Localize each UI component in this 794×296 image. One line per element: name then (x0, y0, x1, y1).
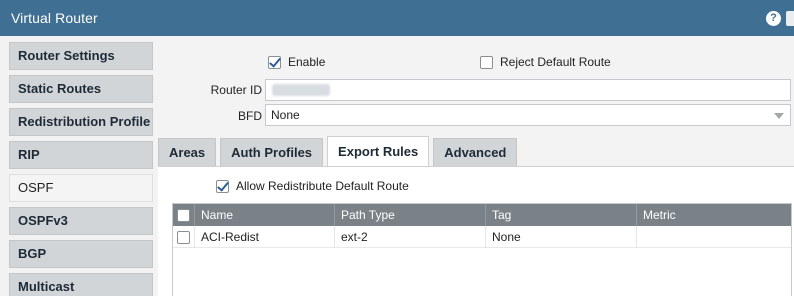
sidebar-item-label: Static Routes (18, 81, 102, 96)
column-header-path-type[interactable]: Path Type (335, 204, 486, 226)
redacted-router-id (272, 84, 330, 96)
sidebar-item-label: Router Settings (18, 48, 115, 63)
dock-icon[interactable] (786, 11, 794, 26)
ospf-tabs: Areas Auth Profiles Export Rules Advance… (158, 136, 521, 166)
column-header-name[interactable]: Name (195, 204, 335, 226)
reject-default-route-option[interactable]: Reject Default Route (480, 55, 611, 69)
table-row[interactable]: ACI-Redist ext-2 None (173, 226, 791, 248)
row-select[interactable] (173, 226, 195, 248)
sidebar-item-label: OSPFv3 (18, 213, 68, 228)
column-header-tag[interactable]: Tag (486, 204, 637, 226)
enable-option[interactable]: Enable (268, 55, 325, 69)
tab-export-rules[interactable]: Export Rules (327, 136, 430, 166)
reject-default-route-label: Reject Default Route (500, 55, 611, 69)
cell-path-type: ext-2 (335, 226, 486, 248)
column-header-metric[interactable]: Metric (637, 204, 791, 226)
sidebar-item-label: Redistribution Profile (18, 114, 151, 129)
enable-label: Enable (288, 55, 326, 69)
export-rules-table: Name Path Type Tag Metric ACI-Redist ext… (172, 203, 792, 296)
sidebar-item-ospfv3[interactable]: OSPFv3 (9, 207, 153, 235)
help-icon[interactable]: ? (766, 11, 781, 26)
select-all-checkbox[interactable] (177, 208, 190, 222)
sidebar-item-label: BGP (18, 246, 47, 261)
sidebar-item-label: OSPF (18, 180, 54, 195)
header-select-all[interactable] (173, 204, 195, 226)
router-id-input[interactable] (265, 79, 791, 101)
sidebar-item-bgp[interactable]: BGP (9, 240, 153, 268)
chevron-down-icon[interactable] (774, 113, 784, 119)
export-rules-panel: Allow Redistribute Default Route Name Pa… (158, 166, 794, 296)
sidebar: Router Settings Static Routes Redistribu… (0, 36, 154, 296)
bfd-select[interactable]: None (265, 104, 791, 126)
sidebar-item-router-settings[interactable]: Router Settings (9, 42, 153, 70)
window-titlebar: Virtual Router ? (0, 0, 794, 36)
sidebar-item-ospf[interactable]: OSPF (9, 174, 153, 202)
allow-redistribute-checkbox[interactable] (216, 179, 229, 193)
ospf-settings-panel: Enable Reject Default Route Router ID BF… (154, 36, 794, 296)
enable-checkbox[interactable] (268, 55, 281, 69)
tab-areas[interactable]: Areas (158, 138, 217, 166)
allow-redistribute-option[interactable]: Allow Redistribute Default Route (216, 179, 409, 193)
sidebar-item-redistribution-profile[interactable]: Redistribution Profile (9, 108, 153, 136)
allow-redistribute-label: Allow Redistribute Default Route (236, 179, 409, 193)
cell-name[interactable]: ACI-Redist (195, 226, 335, 248)
sidebar-item-static-routes[interactable]: Static Routes (9, 75, 153, 103)
cell-tag: None (486, 226, 637, 248)
bfd-label: BFD (238, 109, 262, 123)
sidebar-item-rip[interactable]: RIP (9, 141, 153, 169)
row-checkbox[interactable] (177, 230, 190, 244)
bfd-selected-value: None (271, 108, 300, 122)
sidebar-item-label: RIP (18, 147, 40, 162)
router-id-label: Router ID (210, 83, 262, 97)
cell-metric (637, 226, 791, 248)
tab-advanced[interactable]: Advanced (433, 138, 518, 166)
window-title: Virtual Router (11, 10, 98, 26)
table-header: Name Path Type Tag Metric (173, 204, 791, 226)
sidebar-item-label: Multicast (18, 279, 75, 294)
reject-default-route-checkbox[interactable] (480, 55, 493, 69)
sidebar-item-multicast[interactable]: Multicast (9, 273, 153, 296)
tab-auth-profiles[interactable]: Auth Profiles (220, 138, 324, 166)
